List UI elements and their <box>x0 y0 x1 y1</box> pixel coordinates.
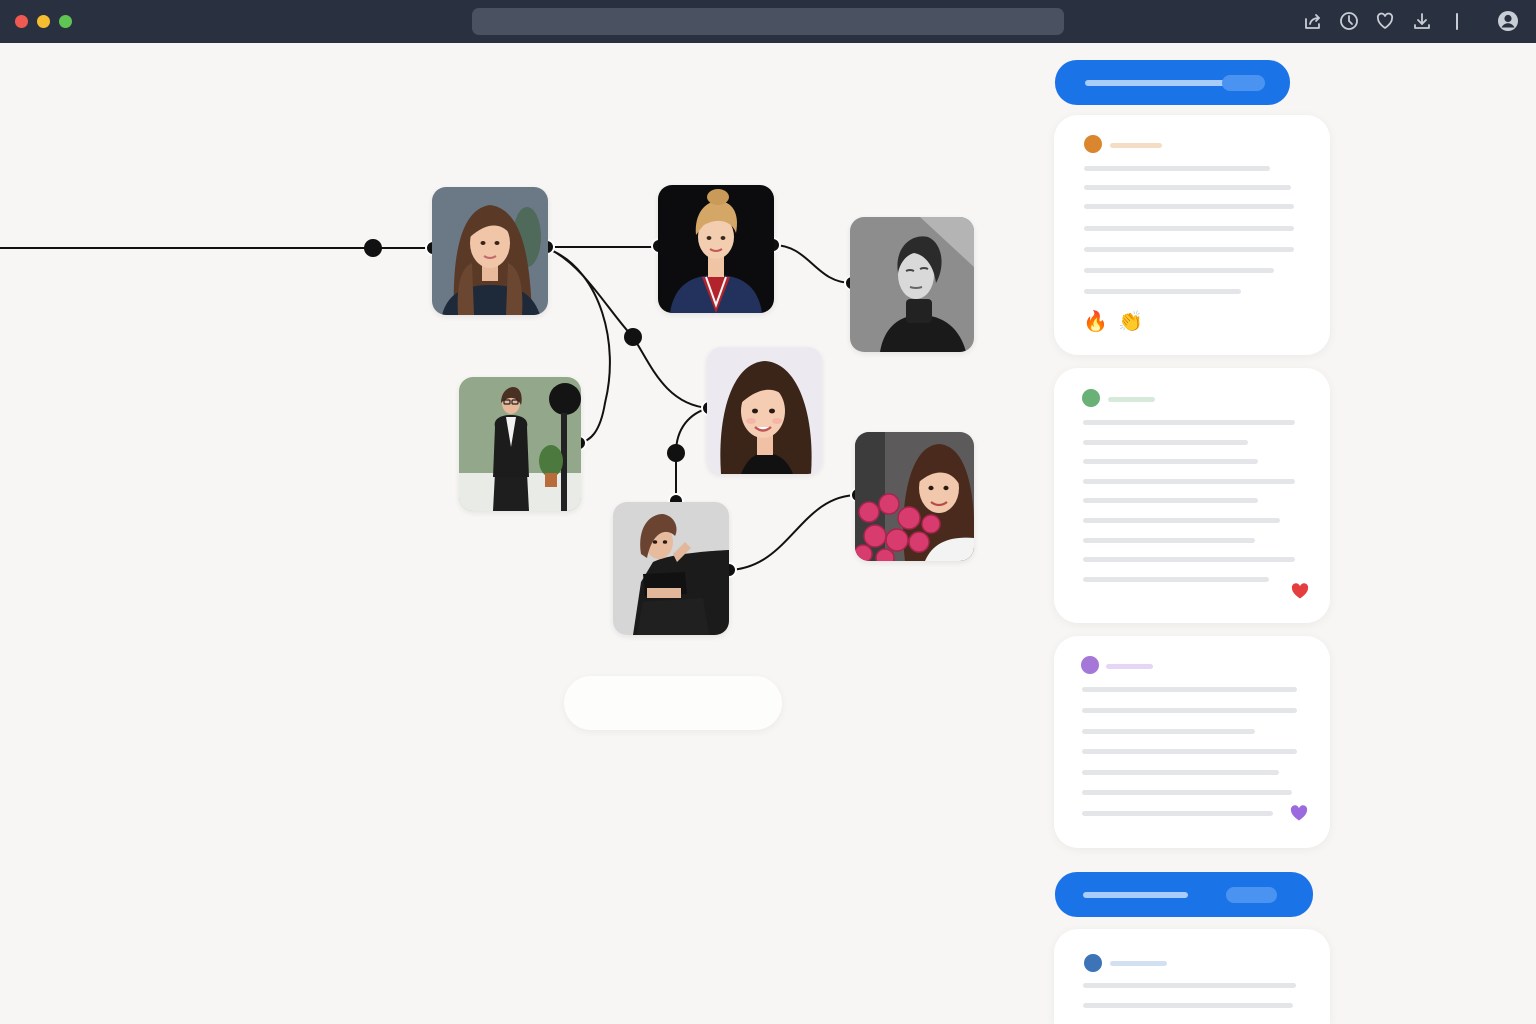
feed-primary-button[interactable] <box>1055 60 1290 105</box>
text-line <box>1083 420 1295 425</box>
text-line <box>1083 479 1295 484</box>
text-line <box>1084 226 1294 231</box>
author-name-placeholder <box>1110 961 1167 966</box>
portrait-node-long-hair[interactable] <box>432 187 548 315</box>
button-chip <box>1226 887 1277 903</box>
text-line <box>1082 770 1279 775</box>
account-icon[interactable] <box>1497 10 1519 32</box>
text-line <box>1083 577 1269 582</box>
maximize-window-button[interactable] <box>59 15 72 28</box>
author-avatar[interactable] <box>1084 135 1102 153</box>
text-line <box>1083 518 1280 523</box>
portrait-node-office-suit[interactable] <box>459 377 581 511</box>
woman-turtleneck-bw-portrait-icon <box>850 217 974 352</box>
feed-card[interactable] <box>1054 368 1330 623</box>
author-avatar[interactable] <box>1081 656 1099 674</box>
text-line <box>1082 687 1297 692</box>
text-line <box>1084 204 1294 209</box>
node-graph-canvas[interactable] <box>0 43 1040 1024</box>
author-name-placeholder <box>1106 664 1153 669</box>
portrait-node-smile-dark-hair[interactable] <box>707 347 822 474</box>
fire-reaction-icon[interactable]: 🔥 <box>1083 309 1108 333</box>
download-icon[interactable] <box>1411 10 1433 32</box>
text-line <box>1084 185 1291 190</box>
portrait-node-roses[interactable] <box>855 432 974 561</box>
portrait-node-black-sofa[interactable] <box>613 502 729 635</box>
heart-icon[interactable] <box>1374 10 1396 32</box>
text-line <box>1082 790 1292 795</box>
author-name-placeholder <box>1110 143 1162 148</box>
text-line <box>1082 708 1297 713</box>
woman-black-sofa-portrait-icon <box>613 502 729 635</box>
button-chip <box>1222 75 1265 91</box>
share-icon[interactable] <box>1302 10 1324 32</box>
feed-card[interactable] <box>1054 636 1330 848</box>
address-bar[interactable] <box>472 8 1064 35</box>
woman-dark-hair-smile-portrait-icon <box>707 347 822 474</box>
author-name-placeholder <box>1108 397 1155 402</box>
text-line <box>1082 749 1297 754</box>
text-line <box>1083 459 1258 464</box>
minimize-window-button[interactable] <box>37 15 50 28</box>
author-avatar[interactable] <box>1084 954 1102 972</box>
button-label-placeholder <box>1085 80 1225 86</box>
close-window-button[interactable] <box>15 15 28 28</box>
browser-titlebar <box>0 0 1536 43</box>
text-line <box>1084 268 1274 273</box>
button-label-placeholder <box>1083 892 1188 898</box>
text-line <box>1084 247 1294 252</box>
heart-reaction-icon[interactable] <box>1291 583 1309 599</box>
text-line <box>1083 440 1248 445</box>
heart-reaction-icon[interactable] <box>1290 805 1308 821</box>
toolbar-separator <box>1456 13 1458 30</box>
feed-card[interactable]: 🔥 👏 <box>1054 115 1330 355</box>
woman-with-roses-portrait-icon <box>855 432 974 561</box>
text-line <box>1082 729 1255 734</box>
text-line <box>1083 557 1295 562</box>
text-line <box>1084 289 1241 294</box>
text-line <box>1084 166 1270 171</box>
feed-card[interactable] <box>1054 929 1330 1024</box>
woman-office-suit-portrait-icon <box>459 377 581 511</box>
history-icon[interactable] <box>1338 10 1360 32</box>
text-line <box>1082 811 1273 816</box>
clap-reaction-icon[interactable]: 👏 <box>1118 309 1143 333</box>
text-line <box>1083 498 1258 503</box>
empty-action-pill[interactable] <box>564 676 782 730</box>
text-line <box>1083 1003 1293 1008</box>
text-line <box>1083 983 1296 988</box>
author-avatar[interactable] <box>1082 389 1100 407</box>
woman-blonde-lanyard-portrait-icon <box>658 185 774 313</box>
woman-long-hair-portrait-icon <box>432 187 548 315</box>
portrait-node-blonde-lanyard[interactable] <box>658 185 774 313</box>
feed-secondary-button[interactable] <box>1055 872 1313 917</box>
portrait-node-bw-turtleneck[interactable] <box>850 217 974 352</box>
text-line <box>1083 538 1255 543</box>
